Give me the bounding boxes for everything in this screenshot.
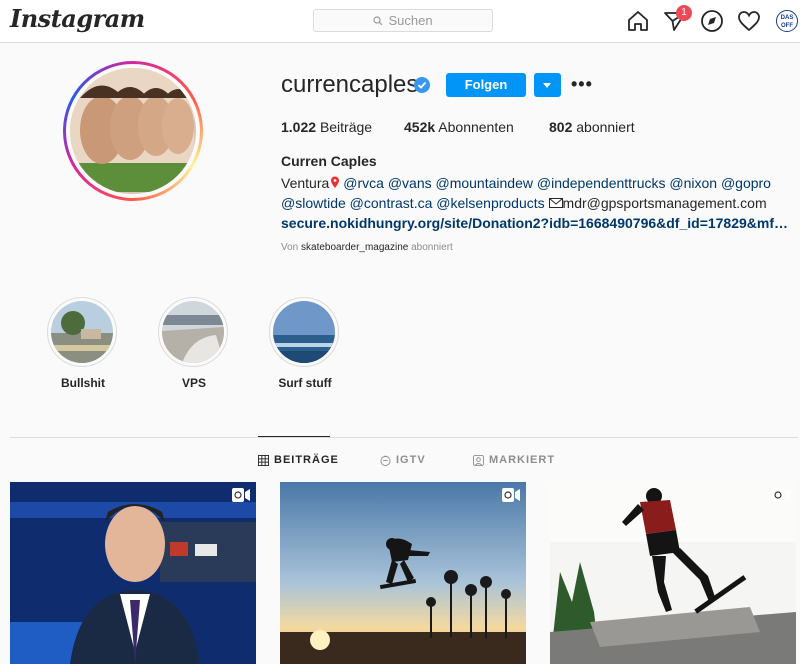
- bio-mentions-line-2[interactable]: @slowtide @contrast.ca @kelsenproducts: [281, 195, 545, 211]
- igtv-icon: [380, 455, 391, 466]
- followed-by-suffix: abonniert: [411, 242, 453, 253]
- followers-count-stat[interactable]: 452k Abonnenten: [404, 119, 514, 135]
- profile-bio: Ventura @rvca @vans @mountaindew @indepen…: [281, 173, 796, 233]
- highlight-ring: [47, 297, 117, 367]
- search-placeholder: Suchen: [388, 13, 433, 28]
- search-input[interactable]: Suchen: [313, 9, 493, 32]
- active-tab-indicator: [258, 436, 330, 437]
- post-image: [550, 482, 796, 664]
- bio-mentions-line-1[interactable]: @rvca @vans @mountaindew @independenttru…: [343, 175, 771, 191]
- suggested-accounts-dropdown-button[interactable]: [534, 73, 561, 97]
- tab-igtv-label: IGTV: [396, 454, 426, 466]
- followers-label: Abonnenten: [438, 119, 514, 135]
- activity-heart-icon[interactable]: [737, 9, 761, 33]
- highlight-cover-image: [51, 301, 113, 363]
- post-image: [280, 482, 526, 664]
- followed-by-prefix: Von: [281, 242, 299, 253]
- highlight-label: Surf stuff: [278, 376, 332, 390]
- highlight-ring: [158, 297, 228, 367]
- bio-location: Ventura: [281, 175, 330, 191]
- bio-donation-link[interactable]: secure.nokidhungry.org/site/Donation2?id…: [281, 213, 793, 233]
- tab-posts-label: BEITRÄGE: [274, 454, 339, 466]
- bio-line-1: Ventura @rvca @vans @mountaindew @indepen…: [281, 173, 796, 193]
- highlight-label: Bullshit: [61, 376, 105, 390]
- top-nav-bar: Instagram Suchen 1 DAS OFF: [0, 0, 800, 43]
- posts-count-stat: 1.022 Beiträge: [281, 119, 372, 135]
- verified-badge-icon: [414, 77, 430, 93]
- profile-picture: [66, 64, 200, 198]
- tab-tagged[interactable]: MARKIERT: [473, 454, 555, 466]
- highlight-vps[interactable]: VPS: [158, 297, 230, 390]
- highlight-bullshit[interactable]: Bullshit: [47, 297, 119, 390]
- search-icon: [373, 15, 383, 25]
- highlight-surf-stuff[interactable]: Surf stuff: [269, 297, 341, 390]
- tabs-divider: [10, 437, 798, 438]
- highlight-cover-image: [273, 301, 335, 363]
- post-thumbnail[interactable]: [550, 482, 796, 664]
- location-pin-icon: [331, 176, 340, 188]
- highlight-label: VPS: [181, 376, 206, 390]
- nav-icons: [626, 9, 800, 33]
- highlight-cover-image: [162, 301, 224, 363]
- following-count: 802: [549, 119, 573, 135]
- tab-igtv[interactable]: IGTV: [380, 454, 426, 466]
- following-count-stat[interactable]: 802 abonniert: [549, 119, 635, 135]
- post-thumbnail[interactable]: [280, 482, 526, 664]
- notification-badge: 1: [676, 5, 692, 21]
- followed-by-user: skateboarder_magazine: [301, 242, 409, 253]
- profile-username: currencaples: [281, 71, 419, 98]
- mail-emoji-icon: [548, 198, 563, 208]
- home-icon[interactable]: [626, 9, 650, 33]
- profile-avatar-nav[interactable]: DAS OFF: [776, 10, 798, 32]
- posts-count: 1.022: [281, 119, 317, 135]
- tab-posts[interactable]: BEITRÄGE: [258, 454, 339, 466]
- tagged-person-icon: [473, 454, 484, 466]
- explore-compass-icon[interactable]: [700, 9, 724, 33]
- video-icon: [772, 488, 790, 502]
- tab-tagged-label: MARKIERT: [489, 454, 556, 466]
- video-icon: [502, 488, 520, 502]
- following-label: abonniert: [576, 119, 635, 135]
- follow-button[interactable]: Folgen: [446, 73, 526, 97]
- profile-picture-ring[interactable]: [63, 61, 203, 201]
- more-options-icon[interactable]: •••: [571, 74, 593, 95]
- followers-count: 452k: [404, 119, 436, 135]
- highlight-ring: [269, 297, 339, 367]
- bio-line-2: @slowtide @contrast.ca @kelsenproducts m…: [281, 193, 796, 213]
- grid-icon: [258, 454, 269, 466]
- video-icon: [232, 488, 250, 502]
- instagram-logo[interactable]: Instagram: [10, 4, 145, 33]
- bio-email: mdr@gpsportsmanagement.com: [562, 195, 767, 211]
- posts-label: Beiträge: [319, 119, 373, 135]
- followed-by-text[interactable]: Von skateboarder_magazine abonniert: [281, 242, 453, 253]
- profile-full-name: Curren Caples: [281, 153, 377, 169]
- post-thumbnail[interactable]: [10, 482, 256, 664]
- profile-picture-image: [70, 68, 194, 192]
- post-image: [10, 482, 256, 664]
